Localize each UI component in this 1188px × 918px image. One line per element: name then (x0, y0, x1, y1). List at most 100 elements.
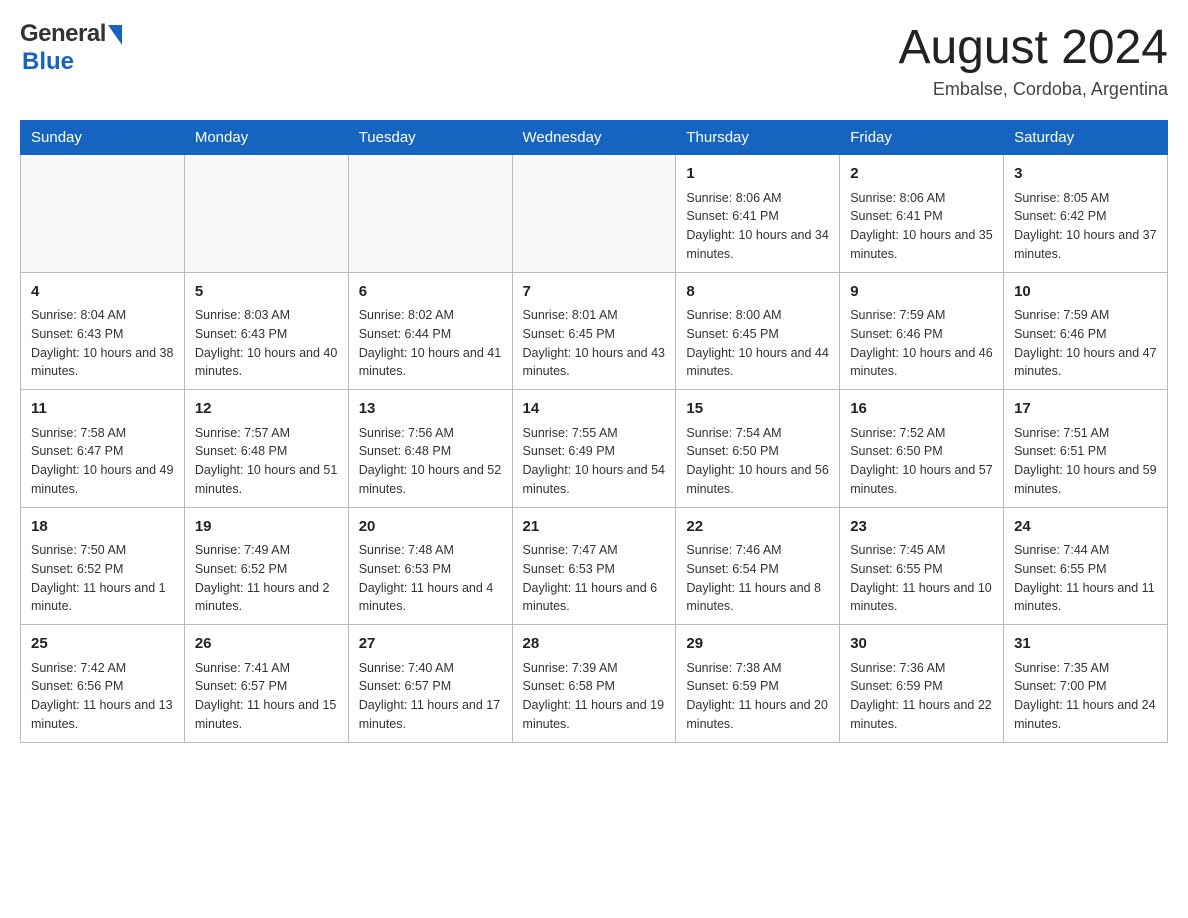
day-info: Sunrise: 7:58 AM Sunset: 6:47 PM Dayligh… (31, 424, 174, 499)
day-info: Sunrise: 7:42 AM Sunset: 6:56 PM Dayligh… (31, 659, 174, 734)
day-number: 25 (31, 633, 174, 656)
logo-blue-text: Blue (22, 48, 74, 76)
calendar-cell: 20Sunrise: 7:48 AM Sunset: 6:53 PM Dayli… (348, 507, 512, 625)
day-number: 9 (850, 281, 993, 304)
day-number: 5 (195, 281, 338, 304)
day-number: 15 (686, 398, 829, 421)
calendar-cell: 9Sunrise: 7:59 AM Sunset: 6:46 PM Daylig… (840, 272, 1004, 390)
calendar-cell: 30 Sunrise: 7:36 AM Sunset: 6:59 PM Dayli… (840, 625, 1004, 743)
day-number: 22 (686, 516, 829, 539)
calendar-cell: 2 Sunrise: 8:06 AM Sunset: 6:41 PM Daylig… (840, 155, 1004, 273)
day-number: 7 (523, 281, 666, 304)
day-info: Sunrise: 8:00 AM Sunset: 6:45 PM Dayligh… (686, 306, 829, 381)
calendar-cell (184, 155, 348, 273)
day-number: 1 (686, 163, 829, 186)
calendar-cell: 15 Sunrise: 7:54 AM Sunset: 6:50 PM Dayli… (676, 390, 840, 508)
calendar-header-row: SundayMondayTuesdayWednesdayThursdayFrid… (21, 121, 1168, 155)
day-info: Sunrise: 8:05 AM Sunset: 6:42 PM Dayligh… (1014, 189, 1157, 264)
day-number: 10 (1014, 281, 1157, 304)
weekday-header-sunday: Sunday (21, 121, 185, 155)
day-info: Sunrise: 7:51 AM Sunset: 6:51 PM Dayligh… (1014, 424, 1157, 499)
day-info: Sunrise: 7:44 AM Sunset: 6:55 PM Dayligh… (1014, 541, 1157, 616)
day-info: Sunrise: 7:48 AM Sunset: 6:53 PM Dayligh… (359, 541, 502, 616)
day-number: 16 (850, 398, 993, 421)
calendar-week-row: 4Sunrise: 8:04 AM Sunset: 6:43 PM Daylig… (21, 272, 1168, 390)
day-number: 20 (359, 516, 502, 539)
calendar-cell (512, 155, 676, 273)
day-info: Sunrise: 7:59 AM Sunset: 6:46 PM Dayligh… (1014, 306, 1157, 381)
day-number: 29 (686, 633, 829, 656)
day-info: Sunrise: 7:56 AM Sunset: 6:48 PM Dayligh… (359, 424, 502, 499)
calendar-cell: 13 Sunrise: 7:56 AM Sunset: 6:48 PM Dayli… (348, 390, 512, 508)
day-info: Sunrise: 8:06 AM Sunset: 6:41 PM Dayligh… (850, 189, 993, 264)
logo: General Blue (20, 20, 122, 76)
calendar-cell: 17Sunrise: 7:51 AM Sunset: 6:51 PM Dayli… (1004, 390, 1168, 508)
day-info: Sunrise: 8:01 AM Sunset: 6:45 PM Dayligh… (523, 306, 666, 381)
calendar-cell: 28Sunrise: 7:39 AM Sunset: 6:58 PM Dayli… (512, 625, 676, 743)
calendar-table: SundayMondayTuesdayWednesdayThursdayFrid… (20, 120, 1168, 743)
day-number: 11 (31, 398, 174, 421)
day-info: Sunrise: 7:35 AM Sunset: 7:00 PM Dayligh… (1014, 659, 1157, 734)
calendar-cell: 1 Sunrise: 8:06 AM Sunset: 6:41 PM Daylig… (676, 155, 840, 273)
day-info: Sunrise: 7:39 AM Sunset: 6:58 PM Dayligh… (523, 659, 666, 734)
day-number: 13 (359, 398, 502, 421)
calendar-cell: 8Sunrise: 8:00 AM Sunset: 6:45 PM Daylig… (676, 272, 840, 390)
weekday-header-saturday: Saturday (1004, 121, 1168, 155)
calendar-cell: 21Sunrise: 7:47 AM Sunset: 6:53 PM Dayli… (512, 507, 676, 625)
day-number: 12 (195, 398, 338, 421)
day-info: Sunrise: 7:41 AM Sunset: 6:57 PM Dayligh… (195, 659, 338, 734)
day-number: 8 (686, 281, 829, 304)
day-info: Sunrise: 8:06 AM Sunset: 6:41 PM Dayligh… (686, 189, 829, 264)
day-number: 23 (850, 516, 993, 539)
month-title: August 2024 (898, 20, 1168, 75)
day-number: 3 (1014, 163, 1157, 186)
day-info: Sunrise: 7:46 AM Sunset: 6:54 PM Dayligh… (686, 541, 829, 616)
calendar-cell: 6Sunrise: 8:02 AM Sunset: 6:44 PM Daylig… (348, 272, 512, 390)
day-number: 2 (850, 163, 993, 186)
logo-arrow-icon (108, 25, 122, 45)
day-number: 6 (359, 281, 502, 304)
weekday-header-thursday: Thursday (676, 121, 840, 155)
calendar-cell: 18Sunrise: 7:50 AM Sunset: 6:52 PM Dayli… (21, 507, 185, 625)
calendar-week-row: 18Sunrise: 7:50 AM Sunset: 6:52 PM Dayli… (21, 507, 1168, 625)
calendar-cell: 19Sunrise: 7:49 AM Sunset: 6:52 PM Dayli… (184, 507, 348, 625)
day-info: Sunrise: 7:52 AM Sunset: 6:50 PM Dayligh… (850, 424, 993, 499)
calendar-cell: 27 Sunrise: 7:40 AM Sunset: 6:57 PM Dayli… (348, 625, 512, 743)
weekday-header-monday: Monday (184, 121, 348, 155)
day-info: Sunrise: 7:54 AM Sunset: 6:50 PM Dayligh… (686, 424, 829, 499)
day-number: 30 (850, 633, 993, 656)
calendar-cell: 26 Sunrise: 7:41 AM Sunset: 6:57 PM Dayli… (184, 625, 348, 743)
day-info: Sunrise: 7:55 AM Sunset: 6:49 PM Dayligh… (523, 424, 666, 499)
page-header: General Blue August 2024 Embalse, Cordob… (20, 20, 1168, 100)
day-number: 18 (31, 516, 174, 539)
day-info: Sunrise: 7:40 AM Sunset: 6:57 PM Dayligh… (359, 659, 502, 734)
calendar-cell: 5Sunrise: 8:03 AM Sunset: 6:43 PM Daylig… (184, 272, 348, 390)
day-number: 21 (523, 516, 666, 539)
logo-general-text: General (20, 20, 106, 48)
day-number: 26 (195, 633, 338, 656)
day-number: 31 (1014, 633, 1157, 656)
calendar-cell: 22Sunrise: 7:46 AM Sunset: 6:54 PM Dayli… (676, 507, 840, 625)
day-info: Sunrise: 7:36 AM Sunset: 6:59 PM Dayligh… (850, 659, 993, 734)
calendar-cell: 31 Sunrise: 7:35 AM Sunset: 7:00 PM Dayli… (1004, 625, 1168, 743)
location-text: Embalse, Cordoba, Argentina (898, 79, 1168, 100)
day-info: Sunrise: 8:03 AM Sunset: 6:43 PM Dayligh… (195, 306, 338, 381)
calendar-cell: 25 Sunrise: 7:42 AM Sunset: 6:56 PM Dayli… (21, 625, 185, 743)
calendar-cell: 7Sunrise: 8:01 AM Sunset: 6:45 PM Daylig… (512, 272, 676, 390)
day-number: 4 (31, 281, 174, 304)
title-section: August 2024 Embalse, Cordoba, Argentina (898, 20, 1168, 100)
day-info: Sunrise: 8:04 AM Sunset: 6:43 PM Dayligh… (31, 306, 174, 381)
calendar-cell (21, 155, 185, 273)
calendar-week-row: 1 Sunrise: 8:06 AM Sunset: 6:41 PM Daylig… (21, 155, 1168, 273)
day-number: 24 (1014, 516, 1157, 539)
calendar-cell: 23Sunrise: 7:45 AM Sunset: 6:55 PM Dayli… (840, 507, 1004, 625)
day-number: 14 (523, 398, 666, 421)
day-info: Sunrise: 7:38 AM Sunset: 6:59 PM Dayligh… (686, 659, 829, 734)
weekday-header-wednesday: Wednesday (512, 121, 676, 155)
calendar-cell: 3 Sunrise: 8:05 AM Sunset: 6:42 PM Daylig… (1004, 155, 1168, 273)
weekday-header-friday: Friday (840, 121, 1004, 155)
calendar-week-row: 11 Sunrise: 7:58 AM Sunset: 6:47 PM Dayli… (21, 390, 1168, 508)
day-info: Sunrise: 7:49 AM Sunset: 6:52 PM Dayligh… (195, 541, 338, 616)
calendar-cell: 11 Sunrise: 7:58 AM Sunset: 6:47 PM Dayli… (21, 390, 185, 508)
day-number: 27 (359, 633, 502, 656)
